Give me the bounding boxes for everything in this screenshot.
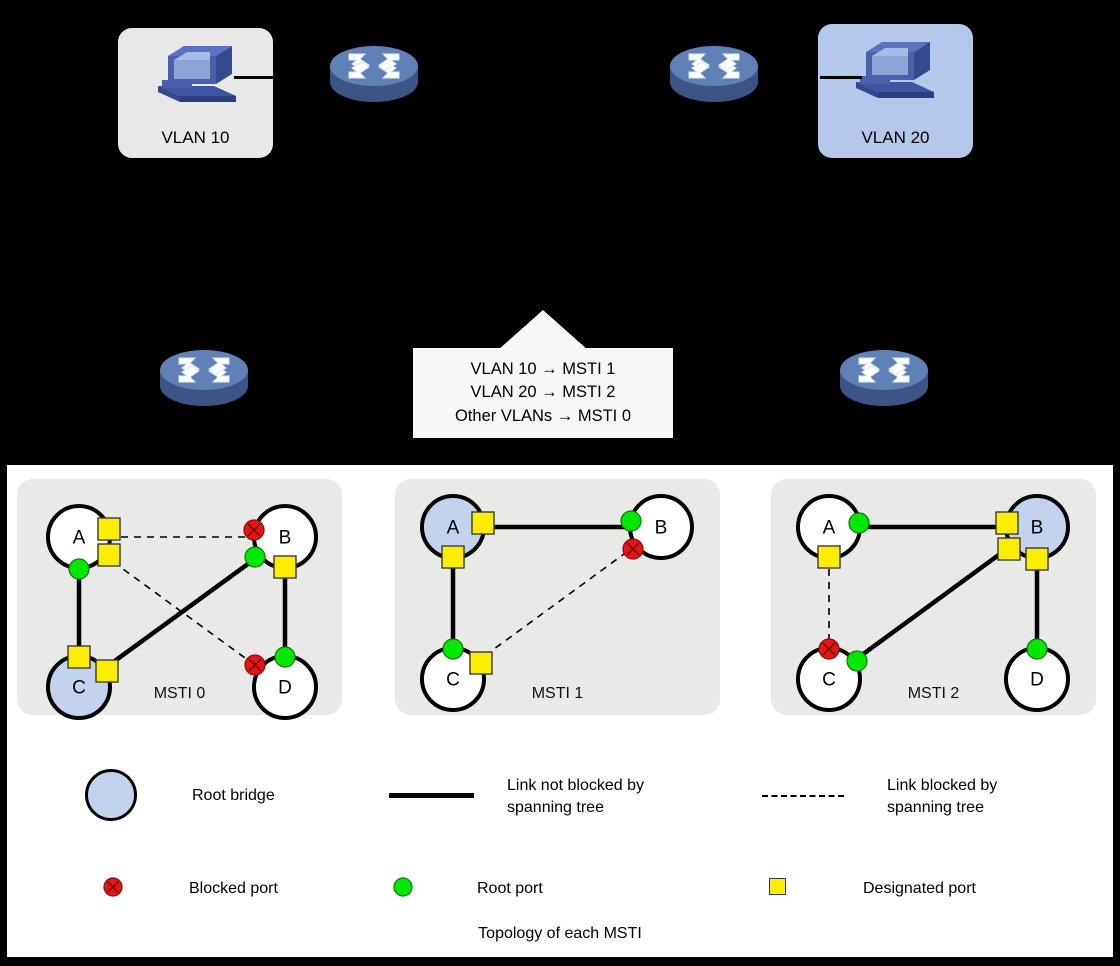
callout-line-2: VLAN 20 → MSTI 2 [470,383,616,402]
msti-1-topology: A BC [420,494,694,712]
designated-port-A[interactable] [441,545,465,569]
legend-row-1: Root bridge Link not blocked by spanning… [7,765,1113,835]
dashed-link-legend-label: Link blocked by spanning tree [887,777,998,816]
panel-caption: Topology of each MSTI [478,925,642,942]
designated-port-swatch [769,878,786,895]
root-port-D[interactable] [274,646,296,668]
svg-text:B: B [655,518,668,539]
link-pc10-edge [234,76,274,79]
root-bridge-swatch [85,769,137,821]
root-port-legend-label: Root port [477,880,543,897]
blocked-port-B[interactable] [243,519,265,541]
blocked-port-B[interactable] [622,538,644,560]
designated-port-B[interactable] [273,555,297,579]
msti-2-panel: ABCD MSTI 2 [771,479,1096,715]
blocked-port-D[interactable] [244,654,266,676]
pc-icon-vlan20 [856,42,934,98]
svg-text:B: B [279,528,292,549]
blocked-port-swatch [103,877,123,897]
msti-0-panel: ABCD MSTI 0 [17,479,342,720]
root-port-B[interactable] [620,510,642,532]
root-port-swatch [393,877,413,897]
msti-topology-panel: ABCD MSTI 0 ABC MSTI 1 ABCD MSTI 2 Root … [4,462,1116,960]
solid-link-legend-label: Link not blocked by spanning tree [507,777,644,816]
blocked-port-C[interactable] [818,638,840,660]
pc-icon-vlan10 [158,46,236,102]
callout-pointer [498,310,588,350]
designated-port-A[interactable] [817,545,841,569]
switch-icon-mid-left [160,350,248,406]
link-B-C-dashed [475,543,639,663]
msti-1-panel: ABC MSTI 1 [395,479,720,715]
designated-port-C[interactable] [95,659,119,683]
legend-row-2: Blocked port Root port Designated port [7,870,1113,910]
blocked-port-legend-label: Blocked port [189,880,278,897]
vlan-mapping-callout: VLAN 10 → MSTI 1 VLAN 20 → MSTI 2 Other … [413,310,673,438]
designated-port-B[interactable] [1025,547,1049,571]
root-port-C[interactable] [442,638,464,660]
callout-line-3: Other VLANs → MSTI 0 [454,406,632,425]
msti-0-topology: A BC D [46,504,318,720]
msti-1-label: MSTI 1 [531,685,584,702]
designated-port-C[interactable] [469,651,493,675]
svg-text:B: B [1031,518,1044,539]
root-port-A[interactable] [848,512,870,534]
msti-0-label: MSTI 0 [153,685,206,702]
switch-icon-mid-right [840,350,928,406]
designated-port-B[interactable] [997,537,1021,561]
designated-port-A[interactable] [471,511,495,535]
callout-body: VLAN 10 → MSTI 1 VLAN 20 → MSTI 2 Other … [413,348,673,438]
designated-port-legend-label: Designated port [863,880,976,897]
solid-link-swatch [389,793,474,798]
msti-2-label: MSTI 2 [907,685,960,702]
designated-port-B[interactable] [995,511,1019,535]
switch-icon-top-left [330,46,418,102]
root-port-B[interactable] [244,546,266,568]
switch-icon-top-right [670,46,758,102]
diagram-canvas: VLAN 10 VLAN 20 VLAN 10 → MSTI 1 VLAN 20… [0,0,1120,966]
root-bridge-legend-label: Root bridge [192,787,275,804]
callout-line-1: VLAN 10 → MSTI 1 [470,359,616,378]
svg-text:A: A [447,518,460,539]
link-B-C-solid [851,542,1015,664]
msti-2-topology: A BC D [796,494,1070,712]
root-port-A[interactable] [68,558,90,580]
link-pc20-edge [820,76,862,79]
svg-text:A: A [73,528,86,549]
root-port-C[interactable] [846,650,868,672]
designated-port-A[interactable] [97,543,121,567]
designated-port-C[interactable] [67,645,91,669]
vlan-10-label: VLAN 10 [161,128,230,147]
dashed-link-swatch [762,795,844,797]
root-port-D[interactable] [1026,638,1048,660]
vlan-20-label: VLAN 20 [861,128,930,147]
svg-text:A: A [823,518,836,539]
designated-port-A[interactable] [97,517,121,541]
